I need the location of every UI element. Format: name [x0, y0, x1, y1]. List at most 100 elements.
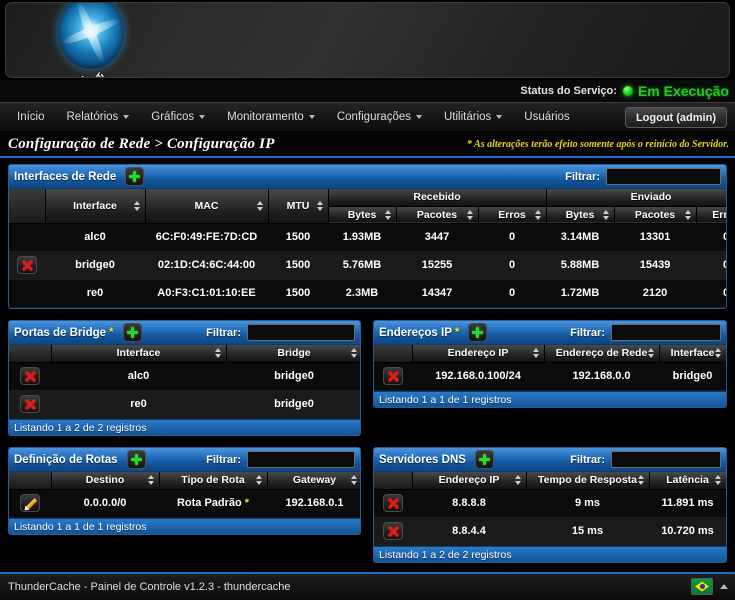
row-action-cell	[374, 362, 412, 391]
panel-header: Definição de Rotas Filtrar:	[9, 448, 360, 472]
row-action-cell	[9, 489, 51, 518]
header-banner: THUNDERCACHE	[5, 2, 730, 78]
add-ip-address-button[interactable]	[468, 323, 488, 342]
chevron-down-icon	[308, 115, 315, 119]
sort-icon	[256, 200, 264, 211]
col-header-rx-packets[interactable]: Pacotes	[396, 206, 479, 224]
brazil-flag-icon[interactable]	[691, 578, 713, 595]
table-header-row: Interface Bridge	[9, 345, 360, 363]
cell-destination: 0.0.0.0/0	[51, 489, 159, 518]
row-status-cell	[9, 279, 45, 308]
panel-title-text: Endereços IP	[379, 326, 452, 339]
add-bridge-port-button[interactable]	[122, 323, 142, 342]
nav-item-relatorios[interactable]: Relatórios	[56, 102, 141, 132]
delete-bridge-port-button[interactable]	[20, 367, 40, 385]
col-label: Bridge	[277, 347, 311, 360]
status-down-button[interactable]	[17, 256, 37, 274]
col-header-destination[interactable]: Destino	[51, 472, 160, 490]
col-header-ip[interactable]: Endereço IP	[412, 472, 527, 490]
nav-item-monitoramento[interactable]: Monitoramento	[216, 102, 326, 132]
pencil-icon	[24, 497, 37, 510]
col-header-tx-bytes[interactable]: Bytes	[546, 206, 615, 224]
routes-filter-input[interactable]	[247, 451, 355, 468]
add-dns-server-button[interactable]	[474, 450, 494, 469]
interfaces-filter-input[interactable]	[606, 168, 721, 185]
col-header-route-type[interactable]: Tipo de Rota	[159, 472, 268, 490]
dns-filter-input[interactable]	[611, 451, 721, 468]
service-status-label: Status do Serviço:	[520, 85, 617, 97]
col-header-network[interactable]: Endereço de Rede	[544, 345, 660, 363]
delete-dns-server-button[interactable]	[383, 494, 403, 512]
col-header-mac[interactable]: MAC	[145, 189, 269, 224]
col-label: Interface	[670, 347, 715, 360]
panel-title: Portas de Bridge *	[14, 327, 114, 339]
col-header-response-time[interactable]: Tempo de Resposta	[526, 472, 650, 490]
cell-bridge: bridge0	[226, 362, 360, 391]
table-header-row: Endereço IP Endereço de Rede Interface	[374, 345, 726, 363]
row-status-cell	[9, 251, 45, 280]
filter-group: Filtrar:	[570, 324, 721, 341]
x-icon	[22, 260, 33, 271]
sort-icon	[384, 209, 392, 220]
cell-mtu: 1500	[268, 279, 328, 308]
edit-route-button[interactable]	[20, 494, 40, 512]
nav-item-utilitarios[interactable]: Utilitários	[433, 102, 513, 132]
col-header-rx-bytes[interactable]: Bytes	[328, 206, 397, 224]
bridge-filter-input[interactable]	[247, 324, 355, 341]
sort-icon	[637, 475, 645, 486]
col-header-rx-errors[interactable]: Erros	[478, 206, 547, 224]
col-label: Pacotes	[634, 208, 676, 221]
add-interface-button[interactable]	[125, 167, 145, 186]
cell-rx-errors: 0	[478, 279, 547, 308]
delete-dns-server-button[interactable]	[383, 522, 403, 540]
row-action-cell	[374, 489, 412, 518]
cell-rx-packets: 3447	[396, 223, 478, 252]
add-route-button[interactable]	[126, 450, 146, 469]
required-asterisk: *	[244, 497, 250, 509]
panel-footer: Listando 1 a 1 de 1 registros	[374, 390, 726, 407]
col-header-gateway[interactable]: Gateway	[267, 472, 360, 490]
nav-item-graficos[interactable]: Gráficos	[140, 102, 216, 132]
ip-filter-input[interactable]	[611, 324, 721, 341]
cell-mac: A0:F3:C1:01:10:EE	[145, 279, 268, 308]
col-header-interface[interactable]: Interface	[51, 345, 227, 363]
cell-latency: 10.720 ms	[649, 517, 726, 546]
cell-interface: alc0	[51, 362, 226, 391]
col-header-mtu[interactable]: MTU	[268, 189, 329, 224]
page-warning-note: * As alterações terão efeito somente apó…	[466, 138, 729, 150]
nav-label: Utilitários	[443, 111, 492, 123]
cell-route-type: Rota Padrão *	[159, 489, 267, 518]
filter-group: Filtrar:	[206, 451, 355, 468]
filter-group: Filtrar:	[565, 168, 721, 185]
col-header-bridge[interactable]: Bridge	[226, 345, 360, 363]
x-icon	[388, 371, 399, 382]
col-header-interface[interactable]: Interface	[45, 189, 146, 224]
logo-letter: E	[76, 73, 90, 77]
routes-table: Destino Tipo de Rota Gateway 0.0.0.0/0 R…	[9, 472, 360, 518]
sort-icon	[350, 475, 358, 486]
page-footer: ThunderCache - Painel de Controle v1.2.3…	[0, 572, 735, 600]
col-header-ip[interactable]: Endereço IP	[412, 345, 545, 363]
delete-ip-address-button[interactable]	[383, 367, 403, 385]
col-header-tx-packets[interactable]: Pacotes	[614, 206, 697, 224]
cell-mtu: 1500	[268, 223, 328, 252]
cell-interface: bridge0	[45, 251, 145, 280]
filter-label: Filtrar:	[565, 170, 600, 183]
nav-label: Configurações	[336, 111, 411, 123]
x-icon	[25, 371, 36, 382]
logout-button[interactable]: Logout (admin)	[624, 107, 727, 128]
col-header-interface[interactable]: Interface	[659, 345, 726, 363]
col-header-tx-errors[interactable]: Erros	[696, 206, 726, 224]
plus-icon	[126, 327, 138, 338]
table-row: re0 bridge0	[9, 390, 360, 419]
nav-item-configuracoes[interactable]: Configurações	[326, 102, 433, 132]
filter-group: Filtrar:	[570, 451, 721, 468]
delete-bridge-port-button[interactable]	[20, 395, 40, 413]
sort-icon	[714, 348, 722, 359]
col-header-actions	[9, 345, 52, 363]
nav-item-usuarios[interactable]: Usuários	[513, 102, 580, 132]
nav-item-inicio[interactable]: Início	[6, 102, 56, 132]
language-selector-caret-icon[interactable]	[720, 584, 728, 589]
col-header-latency[interactable]: Latência	[649, 472, 726, 490]
sort-icon	[147, 475, 155, 486]
